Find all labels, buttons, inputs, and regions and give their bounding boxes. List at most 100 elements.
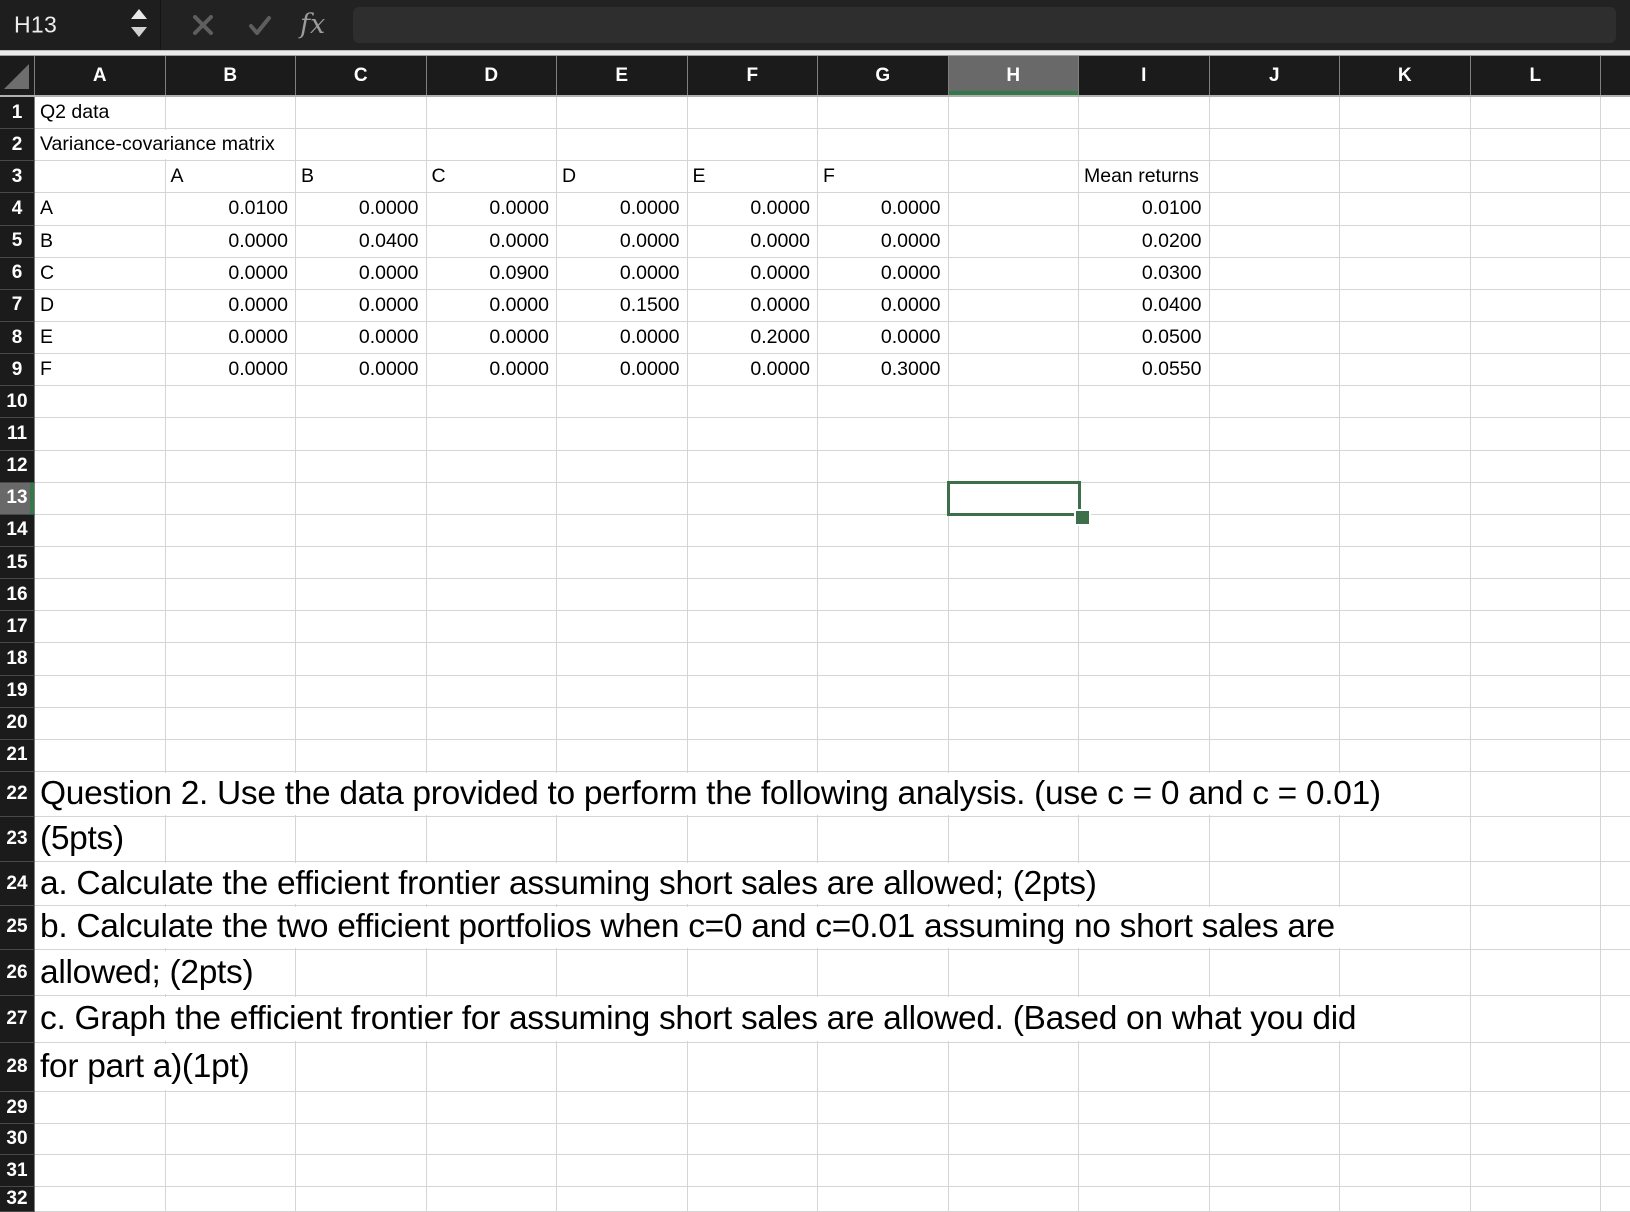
cell-H29[interactable] — [948, 1092, 1079, 1124]
cell-H16[interactable] — [948, 579, 1079, 612]
cell-D5[interactable]: 0.0000 — [426, 225, 557, 258]
cell-partial-25[interactable] — [1601, 906, 1630, 950]
cell-F18[interactable] — [687, 643, 818, 676]
cell-F15[interactable] — [687, 546, 818, 580]
cell-G12[interactable] — [818, 450, 949, 483]
cell-partial-1[interactable] — [1601, 97, 1630, 130]
row-header-1[interactable]: 1 — [0, 97, 35, 130]
cell-D4[interactable]: 0.0000 — [426, 193, 557, 226]
cell-H12[interactable] — [948, 450, 1079, 483]
cell-E6[interactable]: 0.0000 — [557, 257, 688, 290]
row-header-24[interactable]: 24 — [0, 862, 35, 906]
cell-H14[interactable] — [948, 514, 1079, 547]
cell-B14[interactable] — [165, 514, 296, 547]
cell-partial-18[interactable] — [1601, 643, 1630, 676]
cell-C32[interactable] — [296, 1186, 427, 1212]
cell-H31[interactable] — [948, 1155, 1079, 1187]
column-header-D[interactable]: D — [426, 56, 557, 95]
row-header-10[interactable]: 10 — [0, 386, 35, 419]
cell-C20[interactable] — [296, 707, 427, 740]
cell-B9[interactable]: 0.0000 — [165, 354, 296, 387]
row-header-30[interactable]: 30 — [0, 1123, 35, 1156]
cell-C7[interactable]: 0.0000 — [296, 289, 427, 322]
cell-A16[interactable] — [35, 579, 166, 612]
cell-F14[interactable] — [687, 514, 818, 547]
cell-J5[interactable] — [1209, 225, 1340, 258]
cell-partial-2[interactable] — [1601, 129, 1630, 162]
cell-F10[interactable] — [687, 386, 818, 419]
row-header-25[interactable]: 25 — [0, 905, 35, 950]
cell-D20[interactable] — [426, 707, 557, 740]
cell-L3[interactable] — [1470, 161, 1601, 194]
cell-G31[interactable] — [818, 1155, 949, 1187]
cell-I14[interactable] — [1079, 514, 1210, 547]
cell-H5[interactable] — [948, 225, 1079, 258]
cell-D15[interactable] — [426, 546, 557, 580]
cell-G30[interactable] — [818, 1123, 949, 1156]
row-header-12[interactable]: 12 — [0, 450, 35, 483]
row-header-23[interactable]: 23 — [0, 817, 35, 863]
row-header-21[interactable]: 21 — [0, 739, 35, 772]
cell-D3[interactable]: C — [426, 161, 557, 194]
cell-K31[interactable] — [1340, 1155, 1471, 1187]
cell-E5[interactable]: 0.0000 — [557, 225, 688, 258]
row-header-32[interactable]: 32 — [0, 1186, 35, 1212]
cell-partial-31[interactable] — [1601, 1155, 1630, 1187]
cell-H3[interactable] — [948, 161, 1079, 194]
cell-F1[interactable] — [687, 97, 818, 130]
cell-L11[interactable] — [1470, 418, 1601, 451]
cell-L17[interactable] — [1470, 611, 1601, 644]
cell-E15[interactable] — [557, 546, 688, 580]
cell-L16[interactable] — [1470, 579, 1601, 612]
cell-I32[interactable] — [1079, 1186, 1210, 1212]
cell-I20[interactable] — [1079, 707, 1210, 740]
cell-E3[interactable]: D — [557, 161, 688, 194]
cell-K26[interactable] — [1340, 949, 1471, 997]
cell-L6[interactable] — [1470, 257, 1601, 290]
cell-L9[interactable] — [1470, 354, 1601, 387]
column-header-G[interactable]: G — [818, 56, 949, 95]
cell-C2[interactable] — [296, 129, 427, 162]
cell-E28[interactable] — [557, 1042, 688, 1093]
cell-D32[interactable] — [426, 1186, 557, 1212]
cell-J14[interactable] — [1209, 514, 1340, 547]
cell-L20[interactable] — [1470, 707, 1601, 740]
fx-icon[interactable]: fx — [300, 9, 325, 40]
cell-B31[interactable] — [165, 1155, 296, 1187]
cell-I18[interactable] — [1079, 643, 1210, 676]
cell-B29[interactable] — [165, 1092, 296, 1124]
cell-J19[interactable] — [1209, 675, 1340, 708]
cell-B7[interactable]: 0.0000 — [165, 289, 296, 322]
cell-B21[interactable] — [165, 739, 296, 772]
cell-G11[interactable] — [818, 418, 949, 451]
cell-partial-28[interactable] — [1601, 1043, 1630, 1093]
cell-K19[interactable] — [1340, 675, 1471, 708]
cell-G4[interactable]: 0.0000 — [818, 193, 949, 226]
cell-I10[interactable] — [1079, 386, 1210, 419]
cell-D10[interactable] — [426, 386, 557, 419]
cell-H4[interactable] — [948, 193, 1079, 226]
cell-D19[interactable] — [426, 675, 557, 708]
cell-H19[interactable] — [948, 675, 1079, 708]
cell-E31[interactable] — [557, 1155, 688, 1187]
cell-H23[interactable] — [948, 817, 1079, 863]
cell-A5[interactable]: B — [35, 225, 166, 258]
cell-K13[interactable] — [1340, 482, 1471, 515]
cell-J12[interactable] — [1209, 450, 1340, 483]
cell-A21[interactable] — [35, 739, 166, 772]
cell-partial-29[interactable] — [1601, 1092, 1630, 1124]
cell-I23[interactable] — [1079, 817, 1210, 863]
select-all-corner[interactable] — [0, 56, 35, 95]
cell-D1[interactable] — [426, 97, 557, 130]
cell-H20[interactable] — [948, 707, 1079, 740]
cell-partial-11[interactable] — [1601, 418, 1630, 451]
cell-D18[interactable] — [426, 643, 557, 676]
cell-K14[interactable] — [1340, 514, 1471, 547]
cell-I11[interactable] — [1079, 418, 1210, 451]
cell-B30[interactable] — [165, 1123, 296, 1156]
cell-H10[interactable] — [948, 386, 1079, 419]
cell-partial-19[interactable] — [1601, 676, 1630, 708]
cell-J28[interactable] — [1209, 1042, 1340, 1093]
cell-I29[interactable] — [1079, 1092, 1210, 1124]
cell-I7[interactable]: 0.0400 — [1079, 289, 1210, 322]
